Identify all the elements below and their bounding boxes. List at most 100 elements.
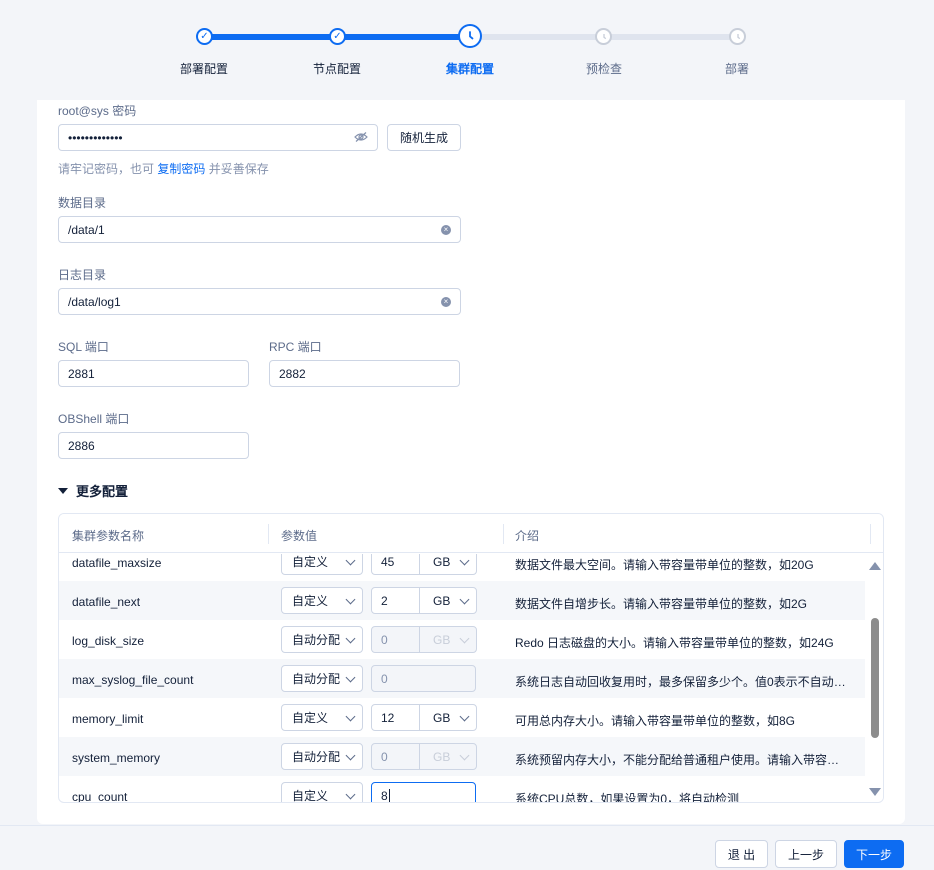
copy-password-link[interactable]: 复制密码 [157,162,205,176]
step-4-label: 预检查 [585,62,622,76]
step-4-clock-icon [595,28,612,45]
unit-value: GB [433,749,451,764]
unit-value: GB [433,554,451,569]
random-generate-button[interactable]: 随机生成 [387,124,461,151]
chevron-down-icon [345,711,356,722]
chevron-down-icon [345,594,356,605]
eye-off-icon[interactable] [354,131,368,145]
col-divider [870,524,871,544]
col-divider [503,524,504,544]
scroll-up-icon[interactable] [869,562,881,570]
step-3-label: 集群配置 [445,62,494,76]
unit-value: GB [433,632,451,647]
unit-value: GB [433,593,451,608]
clear-icon[interactable]: × [441,224,451,235]
mode-select[interactable]: 自动分配 [281,665,363,692]
mode-value: 自定义 [292,555,329,569]
cpu-count-input[interactable]: 8 [371,782,476,803]
password-hint: 请牢记密码，也可 复制密码 并妥善保存 [58,160,269,177]
chevron-down-icon [345,750,356,761]
table-header: 集群参数名称 参数值 介绍 [59,514,883,553]
hint-suffix: 并妥善保存 [208,162,269,176]
col-value-header: 参数值 [281,529,318,543]
value-text: 45 [372,554,420,574]
chevron-down-icon [459,750,470,761]
table-scrollbar[interactable] [865,554,883,802]
password-input[interactable]: ••••••••••••• [58,124,378,151]
unit-select: GB [420,744,476,769]
chevron-down-icon [459,711,470,722]
col-name-header: 集群参数名称 [72,529,145,543]
sql-port-input[interactable]: 2881 [58,360,249,387]
caret-down-icon [58,487,68,494]
value-input: 0 GB [371,626,477,653]
mode-select[interactable]: 自定义 [281,704,363,731]
exit-button[interactable]: 退 出 [715,840,768,868]
unit-select[interactable]: GB [420,588,476,613]
mode-select[interactable]: 自动分配 [281,743,363,770]
log-dir-input[interactable]: /data/log1 × [58,288,461,315]
param-desc: 系统日志自动回收复用时，最多保留多少个。值0表示不自动清… [515,675,851,689]
next-step-button[interactable]: 下一步 [844,840,904,868]
obshell-port-input[interactable]: 2886 [58,432,249,459]
obshell-port-value: 2886 [68,438,95,453]
value-input[interactable]: 12 GB [371,704,477,731]
param-name: max_syslog_file_count [72,673,194,687]
value-text: 2 [372,588,420,613]
obshell-port-label: OBShell 端口 [58,412,130,426]
value-input[interactable]: 2 GB [371,587,477,614]
table-row: cpu_count 自定义 8 系统CPU总数，如果设置为0，将自动检测 [59,776,865,803]
table-row: max_syslog_file_count 自动分配 0 系统日志自动回收复用时… [59,659,865,698]
mode-select[interactable]: 自定义 [281,587,363,614]
table-row: log_disk_size 自动分配 0 GB Redo 日志磁盘的大小。请输入带… [59,620,865,659]
data-dir-label: 数据目录 [58,196,107,210]
mode-value: 自动分配 [292,750,341,764]
param-desc: 数据文件自增步长。请输入带容量带单位的整数，如2G [515,597,808,611]
table-row: datafile_maxsize 自定义 45 GB 数据文件最大空间。请输入带容… [59,554,865,581]
chevron-down-icon [345,633,356,644]
table-row: system_memory 自动分配 0 GB 系统预留内存大小，不能分配给普通租… [59,737,865,776]
more-config-toggle[interactable]: 更多配置 [58,481,128,500]
mode-value: 自定义 [292,789,329,803]
mode-select[interactable]: 自定义 [281,782,363,803]
step-2-check-icon: ✓ [329,28,346,45]
rpc-port-input[interactable]: 2882 [269,360,460,387]
chevron-down-icon [459,555,470,566]
value-input: 0 GB [371,743,477,770]
data-dir-input[interactable]: /data/1 × [58,216,461,243]
steps-header: ✓ ✓ 部署配置 节点配置 集群配置 预检查 部署 [0,0,934,100]
value-text: 0 [372,744,420,769]
param-name: cpu_count [72,790,128,803]
unit-select: GB [420,627,476,652]
param-name: datafile_next [72,595,141,609]
param-name: datafile_maxsize [72,556,162,570]
password-label: root@sys 密码 [58,104,137,118]
rpc-port-label: RPC 端口 [269,340,322,354]
log-dir-label: 日志目录 [58,268,107,282]
footer-bar: 退 出 上一步 下一步 [0,825,934,870]
mode-select[interactable]: 自动分配 [281,626,363,653]
value-input[interactable]: 45 GB [371,554,477,575]
data-dir-value: /data/1 [68,222,105,237]
unit-select[interactable]: GB [420,554,476,574]
unit-value: GB [433,710,451,725]
param-desc: 系统CPU总数，如果设置为0，将自动检测 [515,792,740,803]
param-name: memory_limit [72,712,144,726]
scroll-down-icon[interactable] [869,788,881,796]
mode-value: 自动分配 [292,672,341,686]
prev-step-button[interactable]: 上一步 [775,840,837,868]
value-text: 8 [381,788,388,803]
param-desc: 可用总内存大小。请输入带容量带单位的整数，如8G [515,714,796,728]
step-5-clock-icon [729,28,746,45]
table-row: memory_limit 自定义 12 GB 可用总内存大小。请输入带容量带单位的… [59,698,865,737]
mode-select[interactable]: 自定义 [281,554,363,575]
password-value: ••••••••••••• [68,130,123,145]
scrollbar-thumb[interactable] [871,618,879,738]
value-text: 0 [372,627,420,652]
unit-select[interactable]: GB [420,705,476,730]
clear-icon[interactable]: × [441,296,451,307]
param-desc: 数据文件最大空间。请输入带容量带单位的整数，如20G [515,558,814,572]
param-desc: 系统预留内存大小，不能分配给普通租户使用。请输入带容量带… [515,753,851,767]
mode-value: 自动分配 [292,633,341,647]
table-body: datafile_maxsize 自定义 45 GB 数据文件最大空间。请输入带容… [59,554,865,803]
